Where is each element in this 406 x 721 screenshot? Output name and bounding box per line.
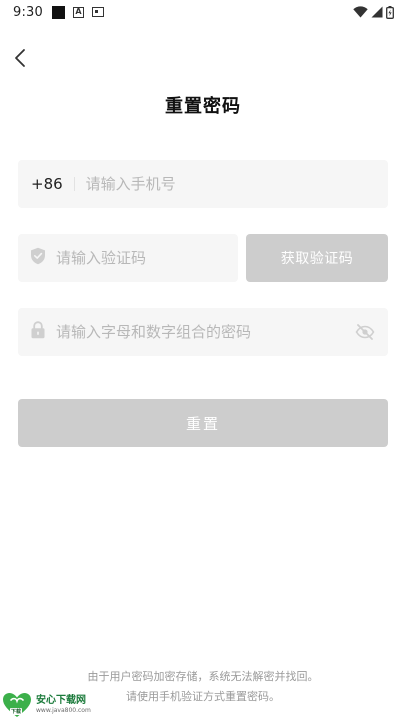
watermark-badge: 下载: [10, 708, 23, 715]
watermark: 下载 安心下载网 www.java800.com: [2, 692, 91, 718]
shield-icon: [30, 247, 46, 269]
country-code[interactable]: +86: [31, 175, 63, 193]
back-button[interactable]: [8, 46, 32, 70]
status-bar: 9:30 A: [0, 0, 406, 24]
status-time: 9:30: [13, 4, 43, 20]
get-code-button[interactable]: 获取验证码: [246, 234, 388, 282]
watermark-logo-icon: 下载: [2, 692, 32, 718]
chevron-left-icon: [15, 49, 25, 67]
phone-input[interactable]: [85, 160, 388, 208]
watermark-text: 安心下载网 www.java800.com: [36, 696, 91, 714]
phone-field[interactable]: +86: [18, 160, 388, 208]
battery-icon: [386, 5, 394, 19]
watermark-name: 安心下载网: [36, 695, 86, 706]
status-notification-icons: A: [52, 5, 104, 19]
eye-off-icon: [355, 324, 375, 340]
a-app-icon: A: [73, 6, 84, 18]
status-system-icons: [353, 5, 394, 19]
verification-code-field[interactable]: [18, 234, 250, 282]
card-icon: [92, 7, 104, 17]
reset-button[interactable]: 重置: [18, 399, 388, 447]
signal-icon: [371, 6, 383, 18]
password-input[interactable]: [56, 308, 354, 356]
lock-icon: [30, 321, 46, 343]
footer-note-encryption: 由于用户密码加密存储，系统无法解密并找回。: [87, 670, 319, 683]
page-title: 重置密码: [165, 96, 241, 117]
country-code-divider: [73, 177, 75, 191]
wifi-icon: [353, 6, 368, 18]
verification-code-input[interactable]: [56, 234, 250, 282]
password-visibility-toggle[interactable]: [354, 321, 376, 343]
notification-square-icon: [52, 5, 65, 19]
password-field[interactable]: [18, 308, 388, 356]
watermark-url: www.java800.com: [36, 707, 91, 714]
